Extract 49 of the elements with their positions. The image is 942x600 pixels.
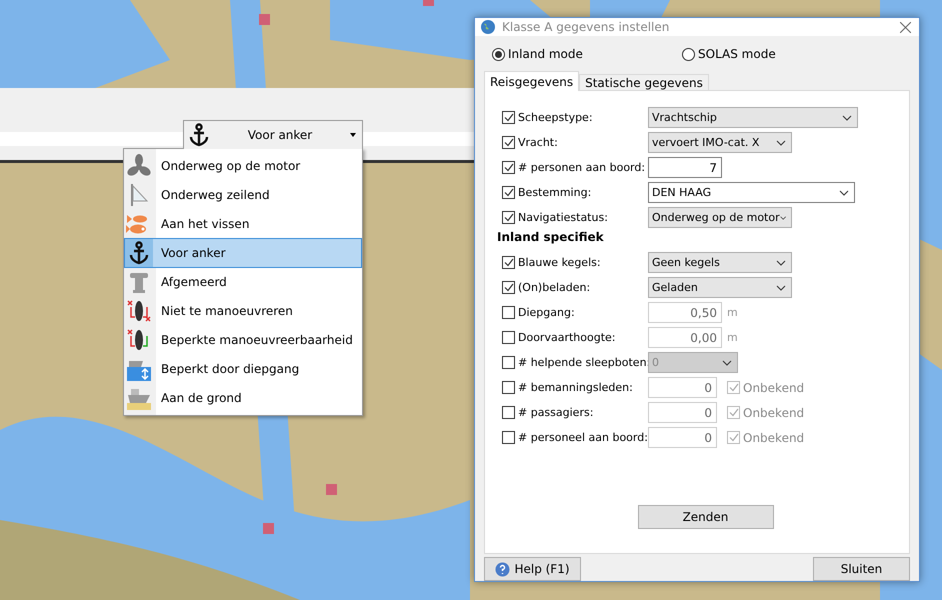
input-field[interactable]: 0: [648, 377, 717, 398]
menu-item[interactable]: Afgemeerd: [125, 268, 361, 296]
checkbox-label: Onbekend: [743, 406, 804, 420]
unit-label: m: [727, 331, 738, 344]
combo-field[interactable]: DEN HAAG: [648, 182, 855, 203]
input-field[interactable]: 0: [648, 402, 717, 423]
field-label: # passagiers:: [518, 406, 594, 419]
dropdown[interactable]: vervoert IMO-cat. X: [648, 132, 792, 153]
menu-item[interactable]: Beperkte manoeuvreerbaarheid: [125, 326, 361, 354]
tab[interactable]: Reisgegevens: [484, 71, 580, 91]
field-label: Bestemming:: [518, 186, 592, 199]
field-label: Navigatiestatus:: [518, 211, 608, 224]
field-label: # personeel aan boord:: [518, 431, 648, 444]
status-dropdown[interactable]: Voor anker: [183, 120, 363, 149]
close-button[interactable]: Sluiten: [813, 557, 910, 581]
field-label: (On)beladen:: [518, 281, 590, 294]
checkbox-label: Onbekend: [743, 380, 804, 394]
menu-item[interactable]: Voor anker: [125, 239, 361, 267]
field-label: # bemanningsleden:: [518, 381, 633, 394]
input-field[interactable]: 7: [648, 157, 722, 178]
field-label: # personen aan boord:: [518, 161, 646, 174]
field-label: Vracht:: [518, 136, 558, 149]
menu-item[interactable]: Aan de grond: [125, 384, 361, 412]
checkbox-label: Onbekend: [743, 430, 804, 444]
send-button[interactable]: Zenden: [638, 505, 774, 529]
field-label: Scheepstype:: [518, 111, 593, 124]
window-title: Klasse A gegevens instellen: [502, 20, 670, 34]
unit-label: m: [727, 306, 738, 319]
menu-item[interactable]: Niet te manoeuvreren: [125, 297, 361, 325]
tab[interactable]: Statische gegevens: [579, 74, 709, 91]
help-button[interactable]: Help (F1): [484, 557, 581, 581]
dropdown[interactable]: Geen kegels: [648, 252, 792, 273]
field-label: # helpende sleepboten:: [518, 356, 650, 369]
radio-label: SOLAS mode: [698, 47, 776, 61]
menu-item[interactable]: Beperkt door diepgang: [125, 355, 361, 383]
dropdown[interactable]: Onderweg op de motor: [648, 207, 792, 228]
field-label: Doorvaarthoogte:: [518, 331, 616, 344]
input-field[interactable]: 0,00: [648, 327, 722, 348]
menu-item[interactable]: Aan het vissen: [125, 210, 361, 238]
dropdown[interactable]: Vrachtschip: [648, 107, 858, 128]
menu-item[interactable]: Onderweg zeilend: [125, 181, 361, 209]
section-heading: Inland specifiek: [497, 230, 605, 246]
menu-item[interactable]: Onderweg op de motor: [125, 152, 361, 180]
field-label: Diepgang:: [518, 306, 575, 319]
input-field[interactable]: 0,50: [648, 302, 722, 323]
input-field[interactable]: 0: [648, 427, 717, 448]
field-label: Blauwe kegels:: [518, 256, 601, 269]
dropdown[interactable]: Geladen: [648, 277, 792, 298]
radio-label: Inland mode: [508, 47, 583, 61]
